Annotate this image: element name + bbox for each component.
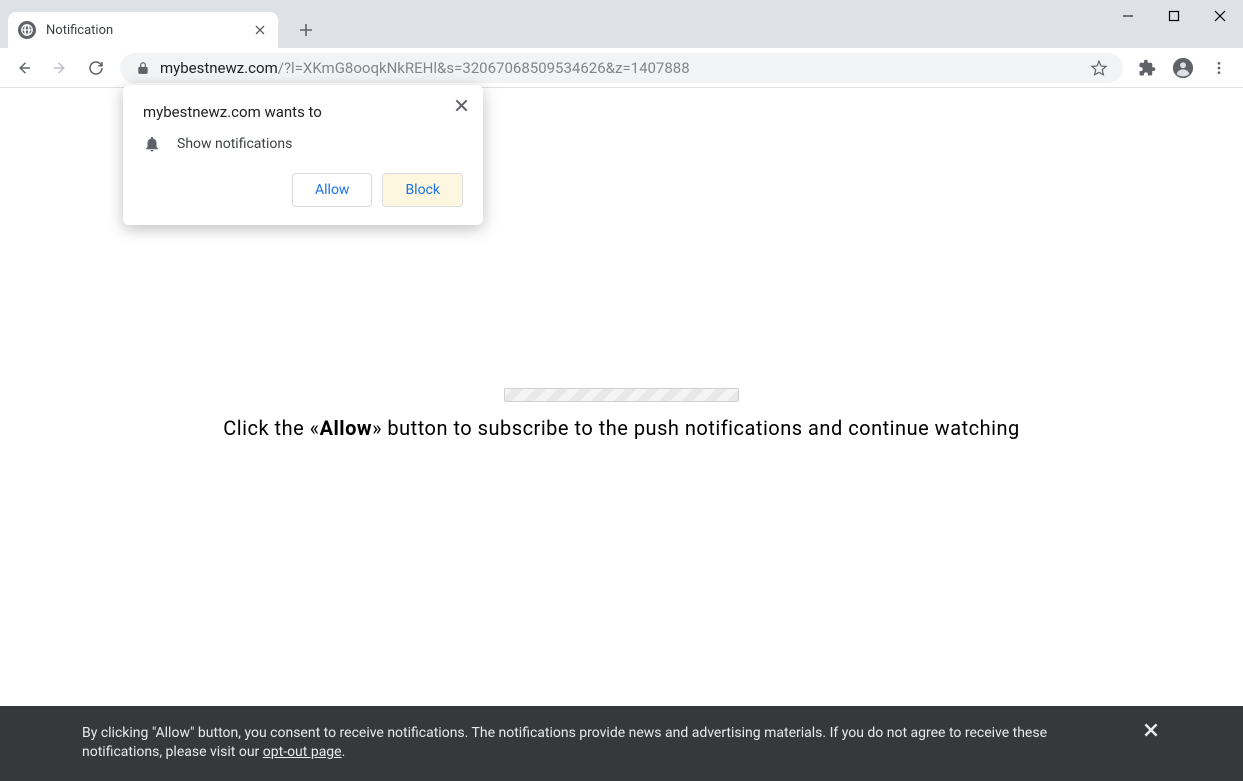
popup-close-button[interactable]: [451, 95, 471, 115]
globe-icon: [18, 21, 36, 39]
instruction-text: Click the «Allow» button to subscribe to…: [223, 416, 1020, 440]
back-button[interactable]: [6, 50, 42, 86]
consent-banner: By clicking "Allow" button, you consent …: [0, 706, 1243, 781]
popup-title: mybestnewz.com wants to: [143, 103, 463, 121]
page-content: mybestnewz.com wants to Show notificatio…: [0, 88, 1243, 781]
window-controls: [1105, 0, 1243, 32]
notification-permission-popup: mybestnewz.com wants to Show notificatio…: [123, 85, 483, 225]
banner-text-part2: .: [342, 744, 346, 760]
url-path: /?l=XKmG8ooqkNkREHl&s=32067068509534626&…: [278, 59, 690, 77]
banner-close-button[interactable]: [1141, 720, 1161, 740]
url-text: mybestnewz.com/?l=XKmG8ooqkNkREHl&s=3206…: [160, 59, 690, 77]
page-center-content: Click the «Allow» button to subscribe to…: [0, 388, 1243, 440]
tab-title: Notification: [46, 23, 252, 38]
banner-text: By clicking "Allow" button, you consent …: [82, 724, 1111, 763]
opt-out-link[interactable]: opt-out page: [263, 744, 342, 760]
url-domain: mybestnewz.com: [160, 59, 278, 77]
popup-request-label: Show notifications: [177, 136, 292, 152]
bell-icon: [143, 135, 161, 153]
window-close-button[interactable]: [1197, 0, 1243, 32]
new-tab-button[interactable]: [292, 16, 320, 44]
browser-toolbar: mybestnewz.com/?l=XKmG8ooqkNkREHl&s=3206…: [0, 48, 1243, 88]
maximize-button[interactable]: [1151, 0, 1197, 32]
bookmark-star-icon[interactable]: [1085, 54, 1113, 82]
tab-strip-bar: Notification: [0, 0, 1243, 48]
block-button[interactable]: Block: [382, 173, 463, 207]
profile-icon[interactable]: [1165, 50, 1201, 86]
allow-button[interactable]: Allow: [292, 173, 372, 207]
banner-text-part1: By clicking "Allow" button, you consent …: [82, 725, 1047, 761]
forward-button[interactable]: [42, 50, 78, 86]
fake-progress-bar: [504, 388, 739, 402]
lock-icon[interactable]: [130, 55, 156, 81]
tab-close-button[interactable]: [252, 22, 268, 38]
popup-request-row: Show notifications: [143, 135, 463, 153]
minimize-button[interactable]: [1105, 0, 1151, 32]
instruction-bold: Allow: [320, 416, 373, 440]
menu-dots-icon[interactable]: [1201, 50, 1237, 86]
instruction-suffix: » button to subscribe to the push notifi…: [372, 416, 1020, 440]
extensions-icon[interactable]: [1129, 50, 1165, 86]
address-bar[interactable]: mybestnewz.com/?l=XKmG8ooqkNkREHl&s=3206…: [120, 53, 1123, 83]
instruction-prefix: Click the «: [223, 416, 319, 440]
tab-strip: Notification: [0, 0, 320, 48]
browser-tab[interactable]: Notification: [8, 12, 278, 48]
popup-buttons: Allow Block: [143, 173, 463, 207]
reload-button[interactable]: [78, 50, 114, 86]
